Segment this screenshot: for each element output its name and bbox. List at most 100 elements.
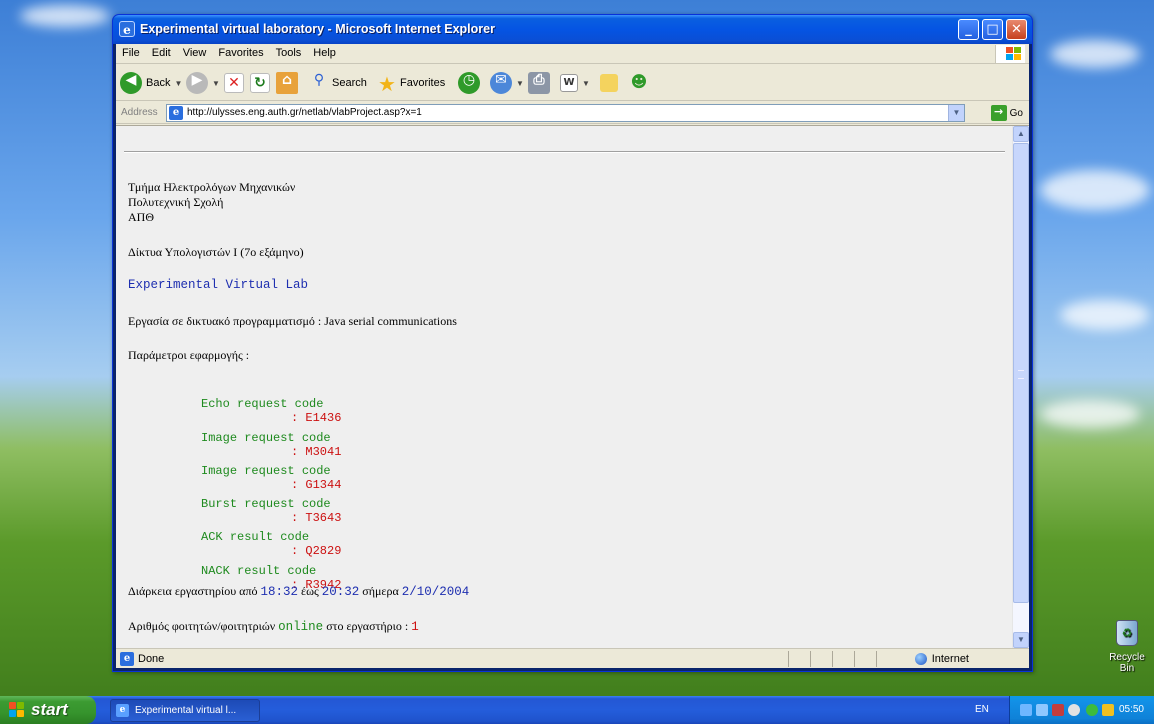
menu-help[interactable]: Help	[307, 44, 342, 62]
go-label: Go	[1009, 107, 1023, 119]
refresh-button[interactable]: ↻	[250, 71, 270, 95]
department-line-3: ΑΠΘ	[128, 210, 154, 224]
address-input[interactable]: e http://ulysses.eng.auth.gr/netlab/vlab…	[166, 104, 965, 122]
mail-button[interactable]: ✉ ▼	[490, 71, 524, 95]
vertical-scrollbar[interactable]: ▲ ▼	[1012, 126, 1029, 648]
network-icon[interactable]	[1036, 704, 1048, 716]
home-button[interactable]: ⌂	[276, 71, 298, 95]
back-dropdown-icon[interactable]: ▼	[174, 79, 182, 88]
recycle-bin-desktop-icon[interactable]: ♻ Recycle Bin	[1102, 620, 1152, 674]
status-divider	[810, 651, 811, 667]
chevron-down-icon: ▼	[1017, 635, 1025, 644]
stop-icon: ✕	[224, 73, 244, 93]
address-label: Address	[121, 107, 158, 118]
back-button[interactable]: ◀ Back ▼	[120, 71, 182, 95]
refresh-icon: ↻	[250, 73, 270, 93]
folder-button[interactable]	[600, 71, 618, 95]
print-button[interactable]: ⎙	[528, 71, 550, 95]
volume-icon[interactable]	[1068, 704, 1080, 716]
standard-toolbar: ◀ Back ▼ ▶ ▼ ✕ ↻ ⌂ ⚲ Search ★ Favorites …	[116, 65, 1029, 101]
ie-icon: e	[116, 704, 129, 717]
address-dropdown-icon[interactable]: ▼	[948, 105, 964, 121]
go-button[interactable]: → Go	[990, 105, 1023, 121]
ie-icon: e	[119, 21, 135, 37]
print-icon: ⎙	[528, 72, 550, 94]
recycle-bin-icon: ♻	[1116, 620, 1138, 646]
language-indicator[interactable]: EN	[975, 704, 989, 715]
zone-label: Internet	[931, 653, 969, 665]
address-url: http://ulysses.eng.auth.gr/netlab/vlabPr…	[187, 107, 422, 118]
scroll-thumb[interactable]	[1013, 143, 1029, 603]
security-zone: Internet	[914, 653, 969, 665]
status-text: Done	[138, 653, 165, 665]
messenger-icon: ☻	[630, 72, 648, 91]
browser-window: e Experimental virtual laboratory - Micr…	[112, 14, 1033, 672]
messenger-icon[interactable]	[1086, 704, 1098, 716]
param-label: NACK result code	[201, 564, 317, 578]
lab-duration-line: Διάρκεια εργαστηρίου από 18:32 έως 20:32…	[128, 584, 469, 599]
clock[interactable]: 05:50	[1119, 704, 1144, 715]
parameters-heading: Παράμετροι εφαρμογής :	[128, 348, 250, 362]
windows-logo-icon	[995, 45, 1025, 63]
chevron-up-icon: ▲	[1017, 129, 1025, 138]
taskbar: start e Experimental virtual l... EN 05:…	[0, 696, 1154, 724]
duration-start: 18:32	[260, 585, 299, 599]
department-line-1: Τμήμα Ηλεκτρολόγων Μηχανικών	[128, 180, 296, 194]
search-button[interactable]: ⚲ Search	[308, 71, 367, 95]
param-label: Image request code	[201, 464, 331, 478]
status-divider	[876, 651, 877, 667]
security-alert-icon[interactable]	[1052, 704, 1064, 716]
system-tray: 05:50	[1009, 696, 1154, 724]
maximize-icon: □	[986, 22, 999, 37]
address-bar: Address e http://ulysses.eng.auth.gr/net…	[116, 102, 1029, 124]
menu-favorites[interactable]: Favorites	[212, 44, 269, 62]
forward-button[interactable]: ▶ ▼	[186, 71, 220, 95]
status-divider	[788, 651, 789, 667]
taskbar-item-label: Experimental virtual l...	[135, 705, 237, 716]
edit-dropdown-icon[interactable]: ▼	[582, 79, 590, 88]
window-title: Experimental virtual laboratory - Micros…	[140, 22, 495, 36]
messenger-button[interactable]: ☻	[628, 71, 650, 95]
globe-icon	[914, 653, 927, 665]
scroll-up-button[interactable]: ▲	[1013, 126, 1029, 142]
title-bar[interactable]: e Experimental virtual laboratory - Micr…	[113, 15, 1032, 44]
duration-mid: έως	[301, 584, 319, 598]
network-icon[interactable]	[1020, 704, 1032, 716]
taskbar-item-ie[interactable]: e Experimental virtual l...	[110, 699, 260, 722]
close-button[interactable]: ✕	[1006, 19, 1027, 40]
menu-tools[interactable]: Tools	[270, 44, 308, 62]
forward-dropdown-icon[interactable]: ▼	[212, 79, 220, 88]
today-label: σήμερα	[362, 584, 399, 598]
favorites-button[interactable]: ★ Favorites	[376, 71, 445, 96]
recycle-bin-label: Recycle Bin	[1109, 652, 1145, 674]
stop-button[interactable]: ✕	[224, 71, 244, 95]
edit-button[interactable]: W ▼	[560, 71, 590, 95]
scroll-down-button[interactable]: ▼	[1013, 632, 1029, 648]
minimize-button[interactable]: _	[958, 19, 979, 40]
duration-end: 20:32	[321, 585, 360, 599]
page-done-icon: e	[120, 652, 134, 666]
course-title: Δίκτυα Υπολογιστών Ι (7ο εξάμηνο)	[128, 245, 304, 259]
back-label: Back	[146, 77, 171, 89]
maximize-button[interactable]: □	[982, 19, 1003, 40]
lab-title: Experimental Virtual Lab	[128, 278, 309, 292]
page-viewport[interactable]: Τμήμα Ηλεκτρολόγων Μηχανικών Πολυτεχνική…	[116, 125, 1029, 648]
students-count: 1	[411, 620, 419, 634]
menu-view[interactable]: View	[177, 44, 213, 62]
start-button[interactable]: start	[0, 696, 96, 724]
mail-dropdown-icon[interactable]: ▼	[516, 79, 524, 88]
param-label: Echo request code	[201, 397, 324, 411]
duration-date: 2/10/2004	[401, 585, 470, 599]
update-icon[interactable]	[1102, 704, 1114, 716]
menu-file[interactable]: File	[116, 44, 146, 62]
history-button[interactable]: ◷	[458, 71, 480, 95]
param-label: Image request code	[201, 431, 331, 445]
department-line-2: Πολυτεχνική Σχολή	[128, 195, 224, 209]
start-label: start	[31, 700, 68, 719]
minimize-icon: _	[965, 22, 972, 37]
page-body: Τμήμα Ηλεκτρολόγων Μηχανικών Πολυτεχνική…	[116, 126, 1012, 648]
status-divider	[854, 651, 855, 667]
menu-edit[interactable]: Edit	[146, 44, 177, 62]
students-online-word: online	[278, 620, 324, 634]
close-icon: ✕	[1011, 22, 1022, 37]
